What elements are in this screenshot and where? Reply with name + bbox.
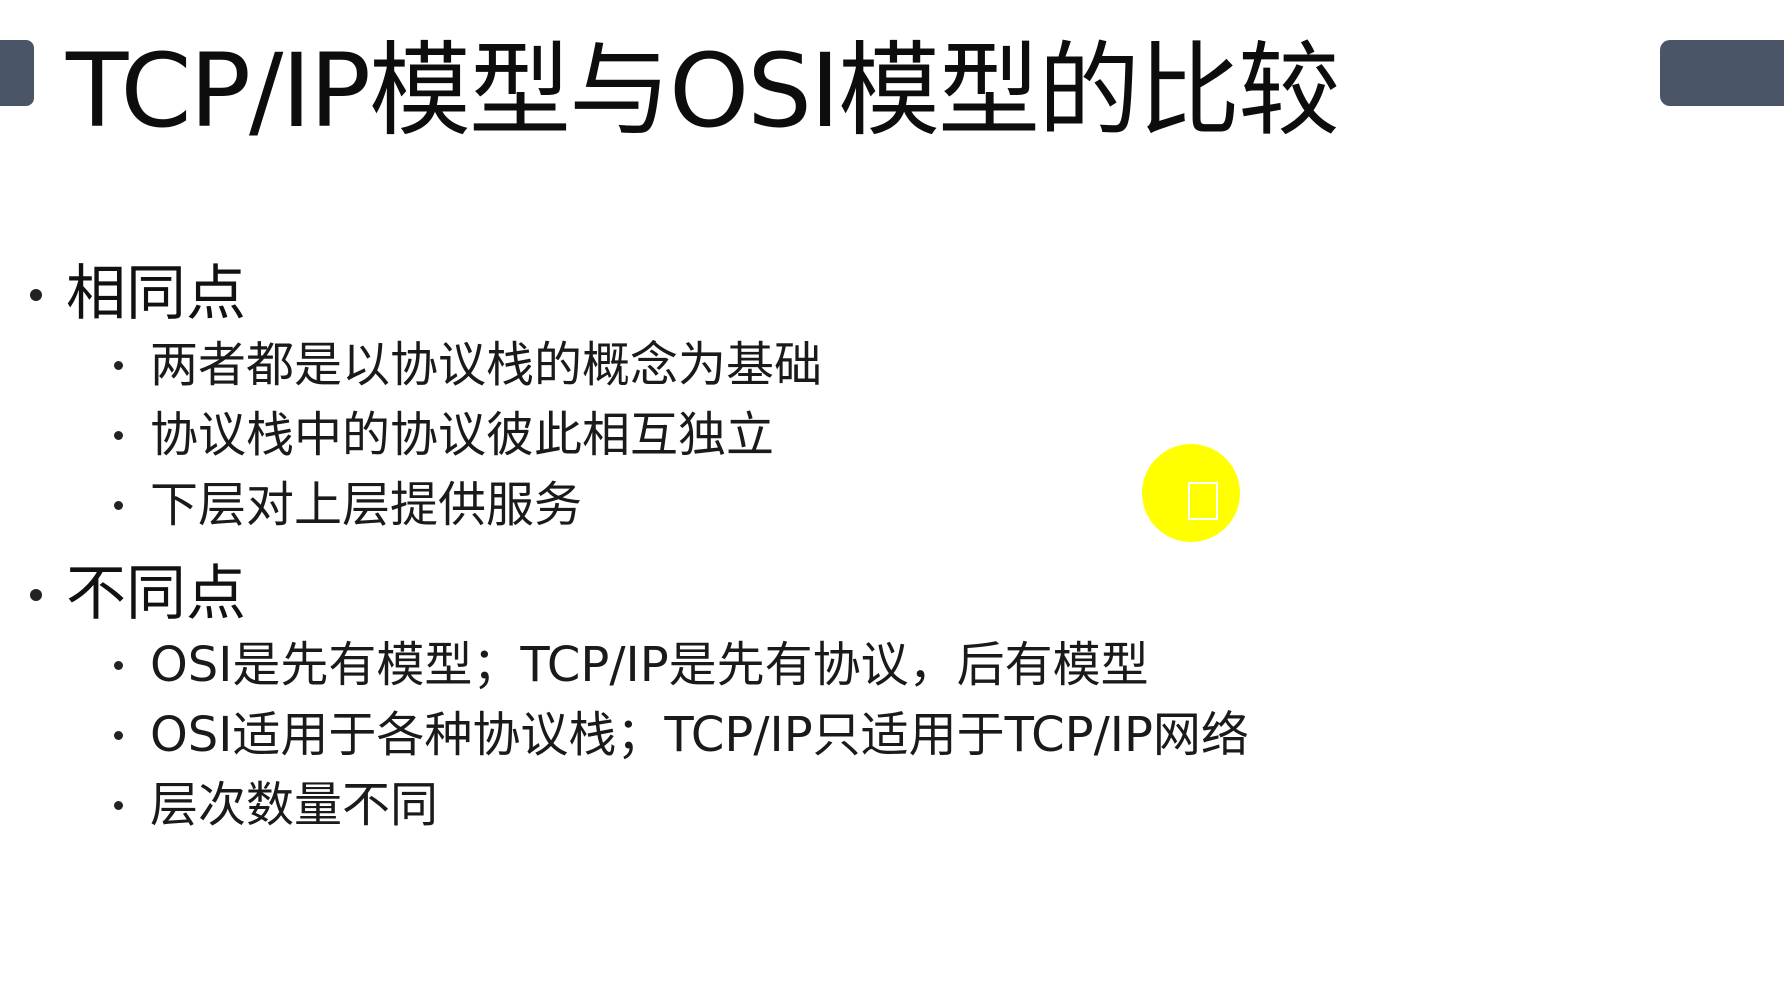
- list-item: OSI适用于各种协议栈；TCP/IP只适用于TCP/IP网络: [108, 700, 1424, 770]
- section-heading-label: 不同点: [66, 559, 246, 629]
- list-item: OSI是先有模型；TCP/IP是先有协议，后有模型: [108, 630, 1424, 700]
- bullet-list: 相同点 两者都是以协议栈的概念为基础 协议栈中的协议彼此相互独立 下层对上层提供…: [24, 258, 1424, 840]
- presentation-slide: TCP/IP模型与OSI模型的比较 相同点 两者都是以协议栈的概念为基础 协议栈…: [0, 0, 1784, 983]
- list-item-label: OSI适用于各种协议栈；TCP/IP只适用于TCP/IP网络: [150, 707, 1249, 763]
- section-heading-similarities: 相同点: [24, 258, 1424, 330]
- list-item-label: 两者都是以协议栈的概念为基础: [150, 337, 823, 393]
- cursor-glyph-icon: [1188, 482, 1218, 520]
- section-heading-differences: 不同点: [24, 558, 1424, 630]
- bullet-dot-icon: [114, 431, 123, 440]
- list-item: 两者都是以协议栈的概念为基础: [108, 330, 1424, 400]
- cursor-highlight-icon: [1142, 444, 1240, 542]
- list-item-label: 下层对上层提供服务: [150, 477, 583, 533]
- list-item: 层次数量不同: [108, 770, 1424, 840]
- bullet-dot-icon: [114, 361, 123, 370]
- list-item-label: OSI是先有模型；TCP/IP是先有协议，后有模型: [150, 637, 1149, 693]
- section-heading-label: 相同点: [66, 259, 246, 329]
- bullet-dot-icon: [30, 589, 42, 601]
- bullet-dot-icon: [114, 661, 123, 670]
- right-decor-tab: [1660, 40, 1784, 106]
- bullet-dot-icon: [114, 801, 123, 810]
- list-item-label: 协议栈中的协议彼此相互独立: [150, 407, 775, 463]
- left-decor-tab: [0, 40, 34, 106]
- slide-title: TCP/IP模型与OSI模型的比较: [66, 32, 1340, 151]
- list-item-label: 层次数量不同: [150, 777, 439, 833]
- bullet-dot-icon: [114, 501, 123, 510]
- bullet-dot-icon: [114, 731, 123, 740]
- bullet-dot-icon: [30, 289, 42, 301]
